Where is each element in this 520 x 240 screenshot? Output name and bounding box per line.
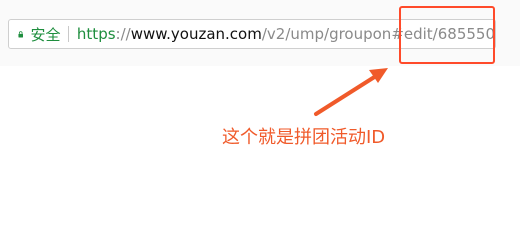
arrow-icon: [314, 68, 388, 116]
annotation-text: 这个就是拼团活动ID: [222, 127, 386, 148]
